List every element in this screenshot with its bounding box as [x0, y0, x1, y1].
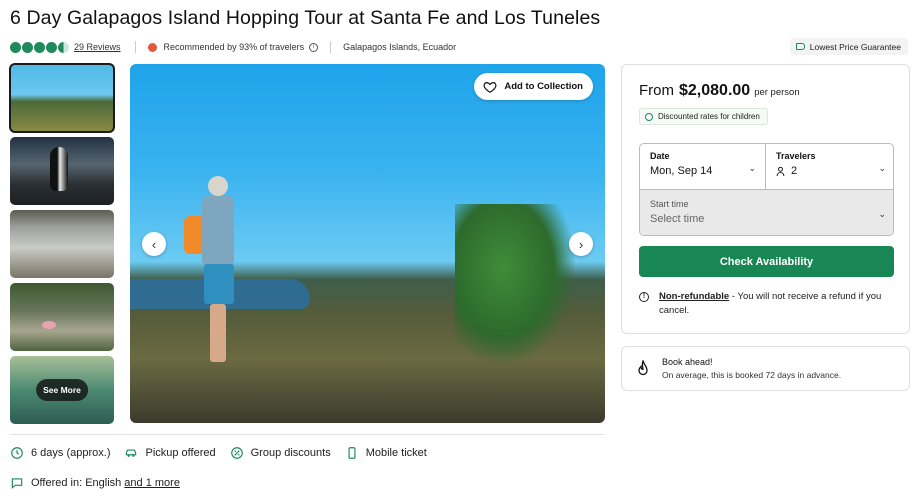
chevron-down-icon: ⌄ [748, 163, 756, 173]
photo-cactus [455, 204, 575, 364]
check-availability-button[interactable]: Check Availability [639, 246, 894, 277]
person-icon [776, 166, 785, 176]
reviews-link[interactable]: 29 Reviews [74, 42, 121, 52]
car-icon [126, 449, 137, 457]
divider [330, 41, 332, 53]
booking-card: From $2,080.00 per person Discounted rat… [621, 64, 910, 334]
info-icon: ! [639, 292, 649, 302]
feature-group-discounts: Group discounts [230, 446, 331, 460]
info-icon[interactable]: i [309, 42, 319, 52]
feature-label: Group discounts [250, 447, 331, 459]
recommended-text: Recommended by 93% of travelers [163, 42, 305, 52]
date-value: Mon, Sep 14 [650, 165, 713, 177]
star-icon [34, 41, 45, 53]
fire-icon [638, 359, 648, 375]
tag-icon [795, 43, 805, 50]
see-more-button[interactable]: See More [36, 379, 88, 401]
more-languages-link[interactable]: and 1 more [124, 477, 180, 489]
heart-icon [483, 81, 497, 93]
lowest-price-badge[interactable]: Lowest Price Guarantee [789, 38, 908, 55]
discount-badge: Discounted rates for children [639, 108, 768, 125]
add-to-collection-button[interactable]: Add to Collection [474, 73, 593, 100]
chat-icon [11, 478, 23, 489]
photo-legs [210, 304, 226, 362]
penguin-figure [50, 147, 68, 191]
award-badge-icon [147, 42, 157, 52]
page-title: 6 Day Galapagos Island Hopping Tour at S… [10, 7, 601, 29]
date-picker[interactable]: Date Mon, Sep 14 ⌄ [640, 144, 766, 190]
rating-bar: 29 Reviews Recommended by 93% of travele… [10, 40, 456, 54]
book-ahead-title: Book ahead! [662, 357, 713, 367]
percent-icon [230, 447, 243, 459]
feature-mobile-ticket: Mobile ticket [345, 446, 427, 460]
phone-icon [348, 447, 356, 459]
flamingo-figure [42, 321, 56, 329]
thumbnail-5[interactable]: See More [10, 356, 114, 424]
thumbnail-3[interactable] [10, 210, 114, 278]
book-ahead-subtitle: On average, this is booked 72 days in ad… [662, 370, 842, 380]
price-value: $2,080.00 [679, 82, 751, 99]
feature-label: Mobile ticket [365, 447, 427, 459]
rating-stars [10, 41, 69, 53]
refund-text-wrap: Non-refundable - You will not receive a … [659, 290, 899, 318]
location-text: Galapagos Islands, Ecuador [343, 42, 457, 52]
chevron-left-icon: ‹ [151, 236, 157, 252]
lowest-price-label: Lowest Price Guarantee [809, 41, 901, 52]
from-label: From [639, 82, 674, 99]
divider [134, 41, 136, 53]
star-icon [22, 41, 33, 53]
photo-torso [202, 196, 234, 266]
offered-label: Offered in: English [31, 477, 122, 489]
thumbnail-4[interactable] [10, 283, 114, 351]
star-icon [46, 41, 57, 53]
per-person-label: per person [754, 87, 800, 98]
thumbnail-1[interactable] [9, 63, 115, 133]
main-photo[interactable]: Add to Collection ‹ › [130, 64, 605, 423]
chevron-right-icon: › [578, 236, 584, 252]
travelers-value-row: 2 [776, 165, 885, 177]
section-divider [10, 434, 605, 435]
discount-icon [645, 112, 653, 121]
book-ahead-text: Book ahead! On average, this is booked 7… [662, 357, 841, 380]
thumbnail-2[interactable] [10, 137, 114, 205]
offered-languages: Offered in: English and 1 more [10, 476, 180, 490]
refund-policy: ! Non-refundable - You will not receive … [639, 290, 899, 318]
non-refundable-link[interactable]: Non-refundable [659, 291, 729, 302]
photo-shorts [204, 264, 234, 304]
discount-label: Discounted rates for children [658, 112, 760, 121]
chevron-down-icon: ⌄ [878, 209, 886, 219]
photo-person [184, 176, 240, 366]
travelers-picker[interactable]: Travelers 2 ⌄ [766, 144, 893, 190]
feature-label: 6 days (approx.) [31, 447, 111, 459]
photo-head [208, 176, 228, 196]
start-time-picker[interactable]: Start time Select time ⌄ [640, 190, 893, 235]
feature-label: Pickup offered [145, 447, 216, 459]
add-to-collection-label: Add to Collection [504, 81, 583, 92]
feature-pickup: Pickup offered [124, 446, 216, 460]
feature-list: 6 days (approx.) Pickup offered Group di… [10, 446, 441, 460]
chevron-down-icon: ⌄ [878, 163, 886, 173]
half-star-icon [58, 41, 69, 53]
booking-picker: Date Mon, Sep 14 ⌄ Travelers 2 ⌄ Start t… [639, 143, 894, 236]
travelers-value: 2 [791, 165, 798, 177]
start-time-placeholder: Select time [650, 213, 705, 225]
start-time-label: Start time [650, 199, 689, 209]
travelers-label: Travelers [776, 151, 816, 161]
book-ahead-card: Book ahead! On average, this is booked 7… [621, 346, 910, 391]
clock-icon [11, 447, 23, 459]
thumbnail-strip: See More [9, 63, 115, 429]
date-label: Date [650, 151, 670, 161]
star-icon [10, 41, 21, 53]
previous-photo-button[interactable]: ‹ [142, 232, 166, 256]
feature-duration: 6 days (approx.) [10, 446, 110, 460]
price-row: From $2,080.00 per person [639, 82, 800, 100]
next-photo-button[interactable]: › [569, 232, 593, 256]
